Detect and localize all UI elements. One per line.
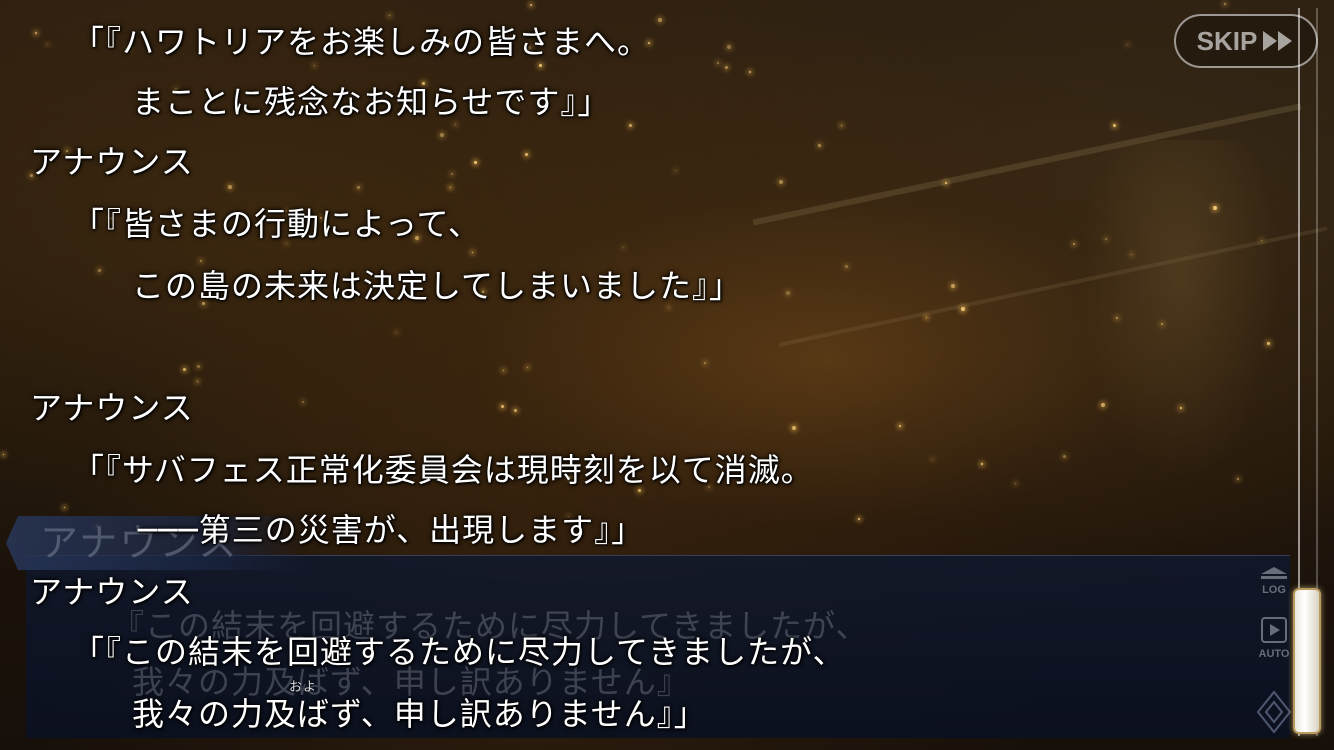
log-entry-3-speaker: アナウンス [30,389,194,427]
log-entry-2-line-1: 「『皆さまの行動によって、 [72,205,481,243]
log-button-label: LOG [1262,584,1286,596]
log-entry-4-speaker: アナウンス [30,573,194,611]
log-entry-1-line-2: まことに残念なお知らせです』」 [132,83,611,121]
play-icon [1261,617,1287,643]
log-button[interactable]: LOG [1254,566,1294,596]
log-icon [1261,567,1287,579]
auto-button-label: AUTO [1258,648,1290,660]
game-screen[interactable]: アナウンス 『この結末を回避するために尽力してきましたが、 我々の力及ばず、申し… [0,0,1334,750]
log-entry-4-line-2: 我々の力及ばず、申し訳ありません』」 [132,695,707,733]
skip-button-label: SKIP [1196,25,1258,56]
menu-diamond-icon [1256,690,1292,734]
menu-button[interactable] [1256,690,1292,734]
ruby-reading: およ [289,680,318,695]
fast-forward-icon [1261,29,1295,53]
skip-button[interactable]: SKIP [1174,14,1318,68]
backlog-panel[interactable]: 「『ハワトリアをお楽しみの皆さまへ。 まことに残念なお知らせです』」 アナウンス… [0,0,1300,750]
log-entry-3-line-1: 「『サバフェス正常化委員会は現時刻を以て消滅。 [72,451,814,489]
log-entry-2-speaker: アナウンス [30,143,194,181]
log-entry-2-line-2: この島の未来は決定してしまいました』」 [132,267,743,305]
log-entry-3-line-2: ───第三の災害が、出現します』」 [138,511,645,549]
log-entry-1-line-1: 「『ハワトリアをお楽しみの皆さまへ。 [72,23,651,61]
log-entry-4-line-1: 「『この結末を回避するために尽力してきましたが、 [72,633,846,671]
auto-button[interactable]: AUTO [1254,616,1294,660]
log-scrollbar-thumb[interactable] [1293,588,1321,734]
